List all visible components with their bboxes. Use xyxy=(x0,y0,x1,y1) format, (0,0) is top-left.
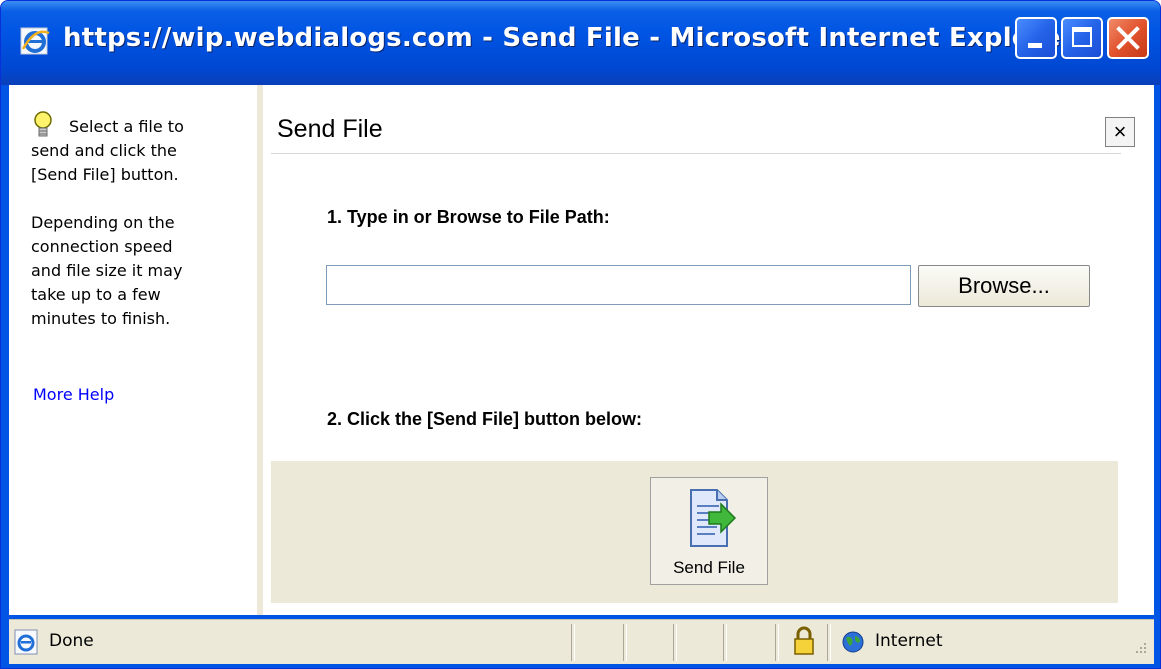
send-file-panel: Send File × 1. Type in or Browse to File… xyxy=(271,85,1154,615)
file-path-input[interactable] xyxy=(326,265,911,305)
status-bar: Done Internet xyxy=(9,619,1154,665)
lock-icon xyxy=(794,626,814,655)
minimize-icon xyxy=(1028,43,1042,48)
globe-icon xyxy=(842,631,864,653)
window-frame-bottom xyxy=(1,664,1160,668)
help-sidebar: Select a file to send and click the [Sen… xyxy=(9,85,263,615)
help-instructions: send and click the [Send File] button. xyxy=(31,141,179,184)
step1-label: 1. Type in or Browse to File Path: xyxy=(327,207,610,227)
status-divider xyxy=(723,624,727,661)
step2-label: 2. Click the [Send File] button below: xyxy=(327,409,643,429)
security-zone: Internet xyxy=(875,631,943,651)
send-file-button[interactable]: Send File xyxy=(650,477,768,585)
browse-button[interactable]: Browse... xyxy=(918,265,1090,307)
minimize-button[interactable] xyxy=(1015,17,1057,59)
window-title: https://wip.webdialogs.com - Send File -… xyxy=(63,23,1074,53)
maximize-icon xyxy=(1072,27,1092,47)
status-divider xyxy=(827,624,831,661)
ie-page-icon xyxy=(14,629,38,655)
browser-window: https://wip.webdialogs.com - Send File -… xyxy=(0,0,1161,669)
resize-grip-icon[interactable] xyxy=(1129,640,1149,660)
status-divider xyxy=(775,624,779,661)
more-help-link[interactable]: More Help xyxy=(33,385,114,404)
close-window-button[interactable] xyxy=(1107,17,1149,59)
ie-logo-icon xyxy=(20,27,50,55)
status-text: Done xyxy=(49,631,94,651)
close-icon xyxy=(1116,26,1140,50)
page-content: Select a file to send and click the [Sen… xyxy=(9,85,1154,615)
help-text: Select a file to send and click the [Sen… xyxy=(31,115,251,331)
help-speed-note: Depending on the connection speed and fi… xyxy=(31,213,183,328)
send-file-label: Send File xyxy=(673,558,745,577)
heading-divider xyxy=(271,153,1121,154)
maximize-button[interactable] xyxy=(1061,17,1103,59)
status-divider xyxy=(623,624,627,661)
page-title: Send File xyxy=(277,115,383,143)
status-divider xyxy=(571,624,575,661)
close-dialog-button[interactable]: × xyxy=(1105,117,1135,147)
status-divider xyxy=(673,624,677,661)
help-intro: Select a file to xyxy=(69,117,184,136)
document-arrow-icon xyxy=(690,489,737,547)
send-action-area: Send File xyxy=(271,461,1118,603)
title-bar[interactable]: https://wip.webdialogs.com - Send File -… xyxy=(1,1,1160,85)
